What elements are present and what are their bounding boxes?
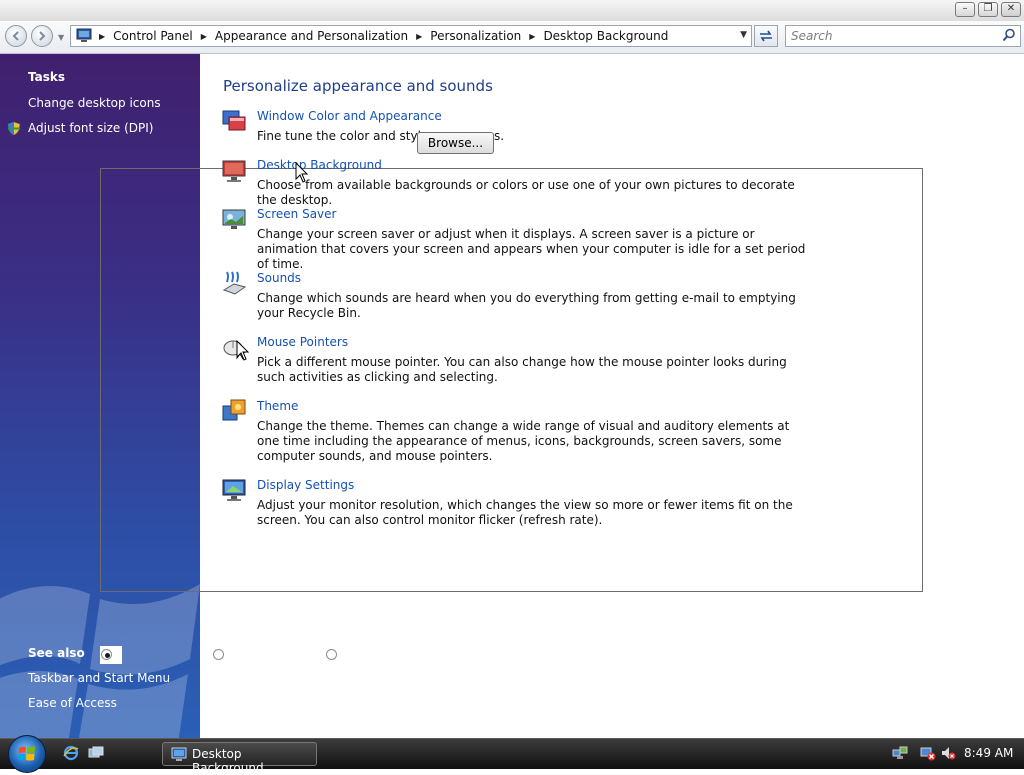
page-title: Personalize appearance and sounds [223,77,493,95]
search-icon[interactable] [1002,28,1016,42]
radio-option-1[interactable] [101,649,112,660]
sounds-link[interactable]: Sounds [257,271,301,285]
navigation-bar: ▼ ▶ Control Panel ▶ Appearance and Perso… [0,21,1024,54]
radio-option-2[interactable] [213,649,224,660]
maximize-button[interactable]: ❐ [978,2,998,17]
display-settings-desc: Adjust your monitor resolution, which ch… [257,498,793,527]
breadcrumb-separator-icon[interactable]: ▶ [414,32,424,41]
sounds-icon[interactable] [221,270,247,296]
window-color-link[interactable]: Window Color and Appearance [257,109,442,123]
see-also-ease-of-access[interactable]: Ease of Access [28,696,117,710]
breadcrumb-appearance[interactable]: Appearance and Personalization [209,29,414,43]
tasks-heading: Tasks [28,70,66,84]
close-button[interactable]: ✕ [1001,2,1021,17]
mouse-cursor-icon [236,340,250,361]
theme-link[interactable]: Theme [257,399,298,413]
desktop-background-link[interactable]: Desktop Background [257,158,382,172]
back-button[interactable] [5,25,27,47]
breadcrumb-separator-icon[interactable]: ▶ [199,32,209,41]
breadcrumb-personalization[interactable]: Personalization [424,29,527,43]
desktop-background-icon[interactable] [221,158,247,184]
breadcrumb-desktop-background[interactable]: Desktop Background [537,29,674,43]
screen-saver-icon[interactable] [221,207,247,233]
mouse-pointers-desc: Pick a different mouse pointer. You can … [257,355,787,384]
minimize-button[interactable]: – [955,2,975,17]
start-button[interactable] [8,735,46,773]
forward-button[interactable] [31,25,53,47]
window-color-desc: Fine tune the color and style o s. [257,129,505,143]
address-dropdown-icon[interactable]: ▼ [740,30,747,40]
title-bar: – ❐ ✕ [0,0,1024,22]
breadcrumb-separator-icon[interactable]: ▶ [97,32,107,41]
search-input[interactable]: Search [791,29,833,43]
forward-arrow-icon [39,31,46,41]
breadcrumb-control-panel[interactable]: Control Panel [107,29,199,43]
taskbar-desktop-background-button[interactable]: Desktop Background [162,742,317,775]
see-also-taskbar-start-menu[interactable]: Taskbar and Start Menu [28,671,170,685]
search-box[interactable]: Search [785,25,1021,47]
sounds-desc: Change which sounds are heard when you d… [257,291,796,320]
switch-windows-icon[interactable] [88,745,104,761]
mouse-pointers-link[interactable]: Mouse Pointers [257,335,348,349]
internet-explorer-icon[interactable] [63,745,79,761]
window-color-icon[interactable] [221,108,247,134]
radio-selected-highlight [100,646,122,664]
refresh-button[interactable] [754,25,778,47]
address-bar[interactable]: ▶ Control Panel ▶ Appearance and Persona… [70,25,752,47]
taskbar: Desktop Background 8:49 AM [0,735,1024,775]
network-disconnected-icon[interactable] [920,745,936,761]
clock[interactable]: 8:49 AM [964,746,1013,760]
windows-logo-icon [18,746,35,761]
desktop-background-icon [171,747,187,761]
see-also-heading: See also [28,646,85,660]
network-icon[interactable] [892,745,908,761]
volume-muted-icon[interactable] [940,745,956,761]
screen-saver-link[interactable]: Screen Saver [257,207,336,221]
screen-saver-desc: Change your screen saver or adjust when … [257,227,806,271]
back-arrow-icon [12,31,19,41]
display-settings-link[interactable]: Display Settings [257,478,354,492]
radio-option-3[interactable] [326,649,337,660]
display-settings-icon[interactable] [221,477,247,503]
task-adjust-font-size[interactable]: Adjust font size (DPI) [28,121,153,135]
browse-button[interactable]: Browse... [417,132,494,154]
mouse-cursor-icon [295,162,309,183]
theme-icon[interactable] [221,398,247,424]
refresh-icon [760,30,772,42]
uac-shield-icon [7,121,21,136]
task-change-desktop-icons[interactable]: Change desktop icons [28,96,161,110]
recent-pages-dropdown[interactable]: ▼ [58,33,64,42]
breadcrumb: ▶ Control Panel ▶ Appearance and Persona… [97,26,674,46]
theme-desc: Change the theme. Themes can change a wi… [257,419,790,463]
breadcrumb-separator-icon[interactable]: ▶ [527,32,537,41]
control-panel-icon [76,28,92,42]
desktop-background-desc: Choose from available backgrounds or col… [257,178,795,207]
